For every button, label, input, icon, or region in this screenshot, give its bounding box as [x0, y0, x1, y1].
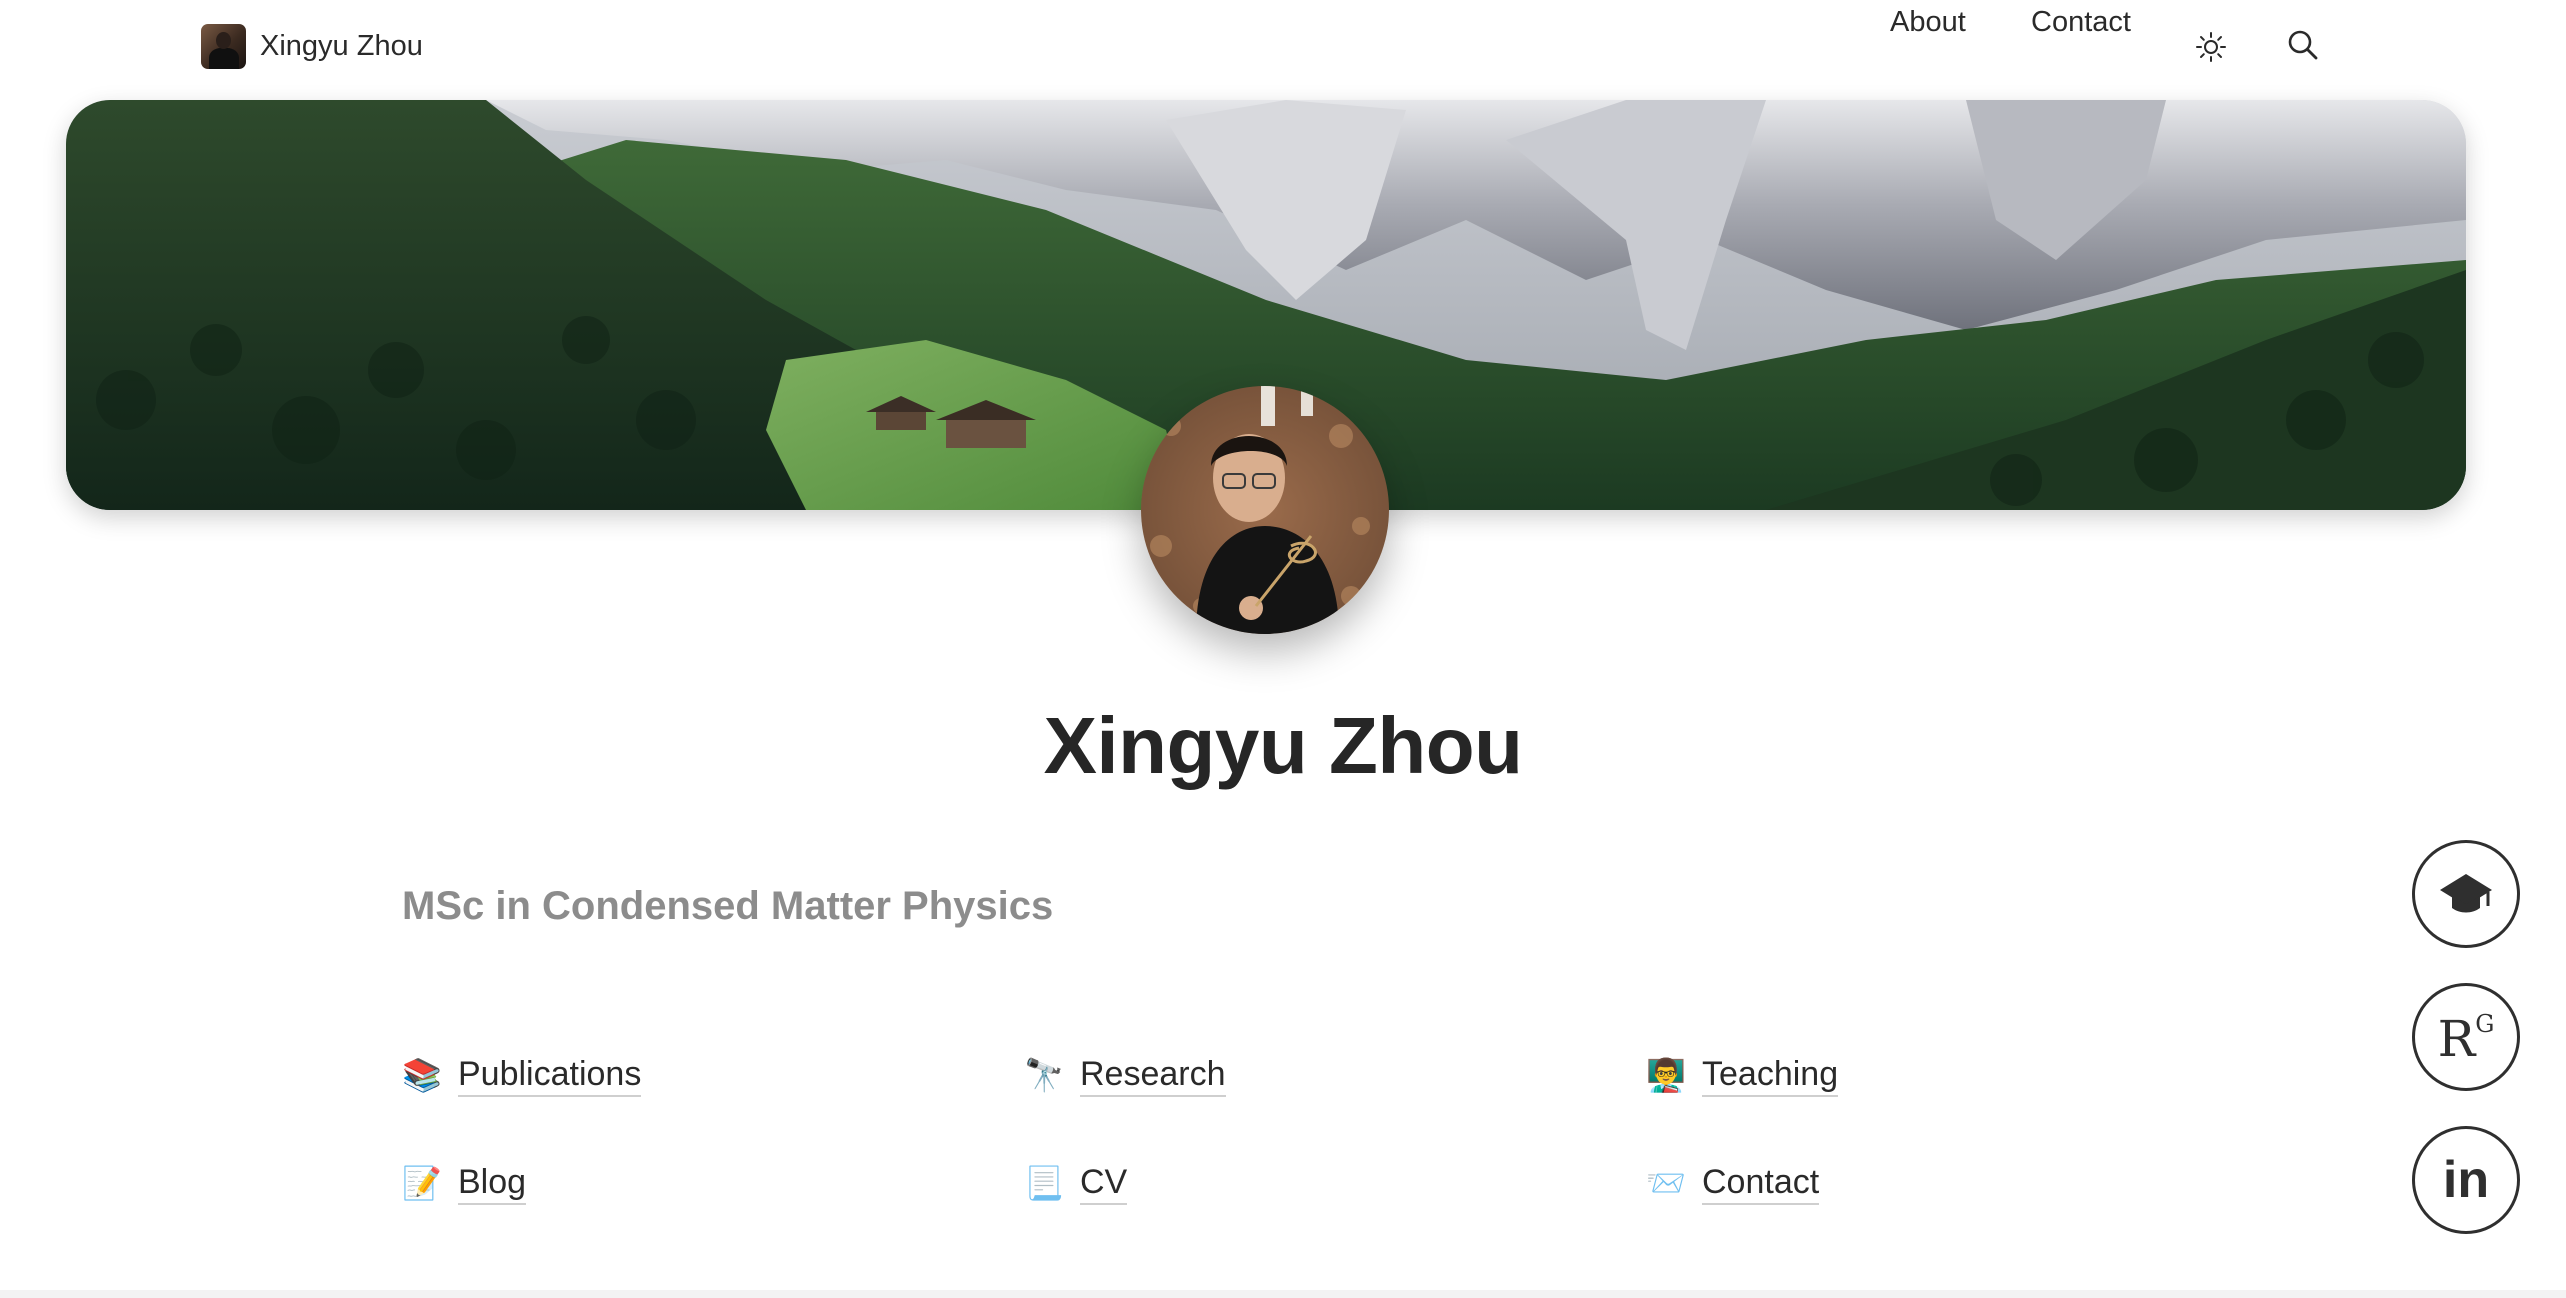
- profile-name: Xingyu Zhou: [1043, 701, 1523, 790]
- homepage: Xingyu Zhou About Contact Xingyu Zhou MS…: [0, 0, 2566, 1298]
- linkedin-button[interactable]: in: [2412, 1126, 2520, 1234]
- researchgate-button[interactable]: RG: [2412, 983, 2520, 1091]
- brand-avatar: [201, 24, 246, 69]
- profile-subtitle: MSc in Condensed Matter Physics: [402, 884, 1054, 928]
- search-icon[interactable]: [2286, 28, 2320, 62]
- link-label: Blog: [458, 1162, 527, 1205]
- envelope-icon: 📨: [1646, 1165, 1686, 1201]
- link-label: Research: [1080, 1054, 1226, 1097]
- brand-link[interactable]: Xingyu Zhou: [201, 24, 423, 69]
- researchgate-icon: RG: [2437, 1010, 2495, 1068]
- nav-link-about[interactable]: About: [1890, 0, 1966, 45]
- linkedin-icon: in: [2442, 1151, 2490, 1209]
- footer-edge: [0, 1290, 2566, 1298]
- brand-name: Xingyu Zhou: [260, 30, 423, 62]
- link-label: CV: [1080, 1162, 1128, 1205]
- page-icon: 📃: [1024, 1165, 1064, 1201]
- google-scholar-icon: [2440, 874, 2492, 913]
- link-label: Teaching: [1702, 1054, 1839, 1097]
- top-nav: Xingyu Zhou About Contact: [0, 0, 2566, 96]
- nav-link-contact[interactable]: Contact: [2031, 0, 2131, 45]
- profile-photo: [1141, 386, 1389, 634]
- link-publications[interactable]: 📚 Publications: [402, 1050, 642, 1100]
- link-contact[interactable]: 📨 Contact: [1646, 1158, 1820, 1208]
- telescope-icon: 🔭: [1024, 1057, 1064, 1093]
- books-icon: 📚: [402, 1057, 442, 1093]
- link-cv[interactable]: 📃 CV: [1024, 1158, 1128, 1208]
- teacher-icon: 👨‍🏫: [1646, 1057, 1686, 1093]
- link-label: Publications: [458, 1054, 642, 1097]
- memo-icon: 📝: [402, 1165, 442, 1201]
- link-teaching[interactable]: 👨‍🏫 Teaching: [1646, 1050, 1839, 1100]
- link-research[interactable]: 🔭 Research: [1024, 1050, 1226, 1100]
- google-scholar-button[interactable]: [2412, 840, 2520, 948]
- sun-icon[interactable]: [2194, 30, 2228, 64]
- link-blog[interactable]: 📝 Blog: [402, 1158, 527, 1208]
- link-label: Contact: [1702, 1162, 1820, 1205]
